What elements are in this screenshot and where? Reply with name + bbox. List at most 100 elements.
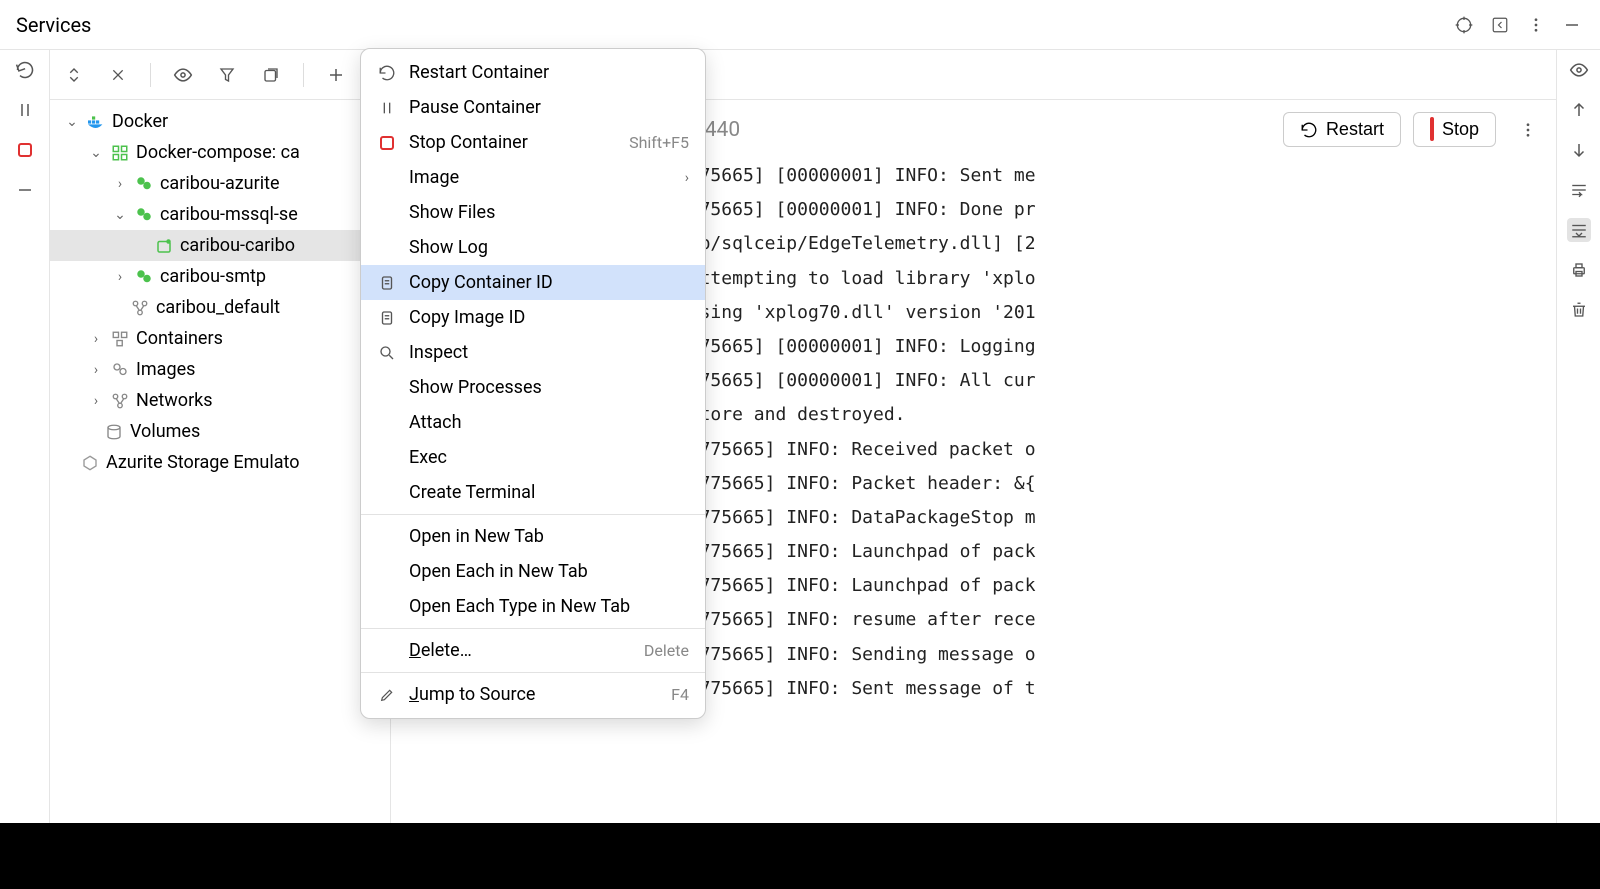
restart-button[interactable]: Restart [1283,112,1401,147]
tree-label: Azurite Storage Emulato [106,452,299,473]
tree-node-mssql[interactable]: ⌄ caribou-mssql-se [50,199,390,230]
eye-icon[interactable] [1567,58,1591,82]
restart-button-label: Restart [1326,119,1384,140]
hexagon-icon [80,454,100,472]
ctx-label: Open Each in New Tab [409,561,588,582]
chevron-right-icon: › [88,331,104,347]
arrow-down-icon[interactable] [1567,138,1591,162]
tree-node-default-network[interactable]: caribou_default [50,292,390,323]
minimize-icon[interactable] [1560,13,1584,37]
ctx-jump-to-source[interactable]: Jump to Source F4 [361,677,705,712]
chevron-down-icon: ⌄ [88,145,104,161]
ctx-inspect[interactable]: Inspect [361,335,705,370]
right-rail [1556,50,1600,889]
ctx-shortcut: Shift+F5 [629,133,689,152]
ctx-label: Pause Container [409,97,541,118]
tree-label: Docker [112,111,168,132]
stop-icon[interactable] [13,138,37,162]
toolbar-separator [150,63,151,87]
ctx-label: Image [409,167,459,188]
filter-icon[interactable] [215,63,239,87]
close-x-icon[interactable] [106,63,130,87]
ctx-label: Show Processes [409,377,542,398]
tree-node-volumes[interactable]: Volumes [50,416,390,447]
ctx-delete[interactable]: Delete… Delete [361,633,705,668]
more-vertical-icon[interactable] [1524,13,1548,37]
tree-node-azurite[interactable]: › caribou-azurite [50,168,390,199]
print-icon[interactable] [1567,258,1591,282]
tree-node-compose[interactable]: ⌄ Docker-compose: ca [50,137,390,168]
chevron-right-icon: › [685,170,689,186]
refresh-icon[interactable] [13,58,37,82]
add-icon[interactable] [324,63,348,87]
container-context-menu: Restart Container Pause Container Stop C… [360,48,706,719]
ctx-show-log[interactable]: Show Log [361,230,705,265]
stop-button-label: Stop [1442,119,1479,140]
left-rail [0,50,50,889]
updown-icon[interactable] [62,63,86,87]
ctx-label: Show Log [409,237,488,258]
service-running-icon [134,175,154,193]
search-icon [377,344,397,362]
scroll-to-end-icon[interactable] [1567,218,1591,242]
services-tree: ⌄ Docker ⌄ Docker-compose: ca › caribou-… [50,100,390,484]
trash-icon[interactable] [1567,298,1591,322]
clipboard-icon [377,309,397,327]
clipboard-icon [377,274,397,292]
ctx-label: Create Terminal [409,482,535,503]
ctx-shortcut: Delete [644,641,689,660]
ctx-label: Open in New Tab [409,526,544,547]
chevron-right-icon: › [112,176,128,192]
network-icon [130,299,150,317]
tree-node-smtp[interactable]: › caribou-smtp [50,261,390,292]
ctx-copy-container-id[interactable]: Copy Container ID [361,265,705,300]
ctx-stop-container[interactable]: Stop Container Shift+F5 [361,125,705,160]
tree-node-images[interactable]: › Images [50,354,390,385]
ctx-label: Copy Image ID [409,307,525,328]
pencil-icon [377,687,397,703]
ctx-create-terminal[interactable]: Create Terminal [361,475,705,510]
eye-icon[interactable] [171,63,195,87]
ctx-open-each-new-tab[interactable]: Open Each in New Tab [361,554,705,589]
ctx-label: Inspect [409,342,468,363]
tree-label: caribou-mssql-se [160,204,298,225]
container-running-icon [154,237,174,255]
stop-button[interactable]: Stop [1413,112,1496,147]
ctx-image-submenu[interactable]: Image › [361,160,705,195]
tree-node-networks[interactable]: › Networks [50,385,390,416]
dash-icon[interactable] [13,178,37,202]
wrap-lines-icon[interactable] [1567,178,1591,202]
new-window-icon[interactable] [259,63,283,87]
tree-node-container-selected[interactable]: caribou-caribo [50,230,390,261]
tree-label: Containers [136,328,223,349]
tree-node-containers[interactable]: › Containers [50,323,390,354]
ctx-label: Restart Container [409,62,549,83]
arrow-up-icon[interactable] [1567,98,1591,122]
collapse-panel-icon[interactable] [1488,13,1512,37]
restart-icon [377,64,397,82]
pause-icon[interactable] [13,98,37,122]
more-vertical-icon[interactable] [1516,118,1540,142]
ctx-attach[interactable]: Attach [361,405,705,440]
chevron-down-icon: ⌄ [112,207,128,223]
ctx-show-processes[interactable]: Show Processes [361,370,705,405]
chevron-right-icon: › [88,393,104,409]
menu-separator [361,628,705,629]
menu-separator [361,672,705,673]
ctx-open-new-tab[interactable]: Open in New Tab [361,519,705,554]
ctx-exec[interactable]: Exec [361,440,705,475]
ctx-copy-image-id[interactable]: Copy Image ID [361,300,705,335]
menu-separator [361,514,705,515]
ctx-open-each-type-new-tab[interactable]: Open Each Type in New Tab [361,589,705,624]
tree-label: caribou-azurite [160,173,280,194]
ctx-label: Open Each Type in New Tab [409,596,630,617]
ctx-show-files[interactable]: Show Files [361,195,705,230]
crosshair-icon[interactable] [1452,13,1476,37]
ctx-pause-container[interactable]: Pause Container [361,90,705,125]
tree-label: Networks [136,390,213,411]
tree-node-docker[interactable]: ⌄ Docker [50,106,390,137]
images-icon [110,361,130,379]
chevron-right-icon: › [88,362,104,378]
ctx-restart-container[interactable]: Restart Container [361,55,705,90]
tree-node-azurite-emulator[interactable]: Azurite Storage Emulato [50,447,390,478]
